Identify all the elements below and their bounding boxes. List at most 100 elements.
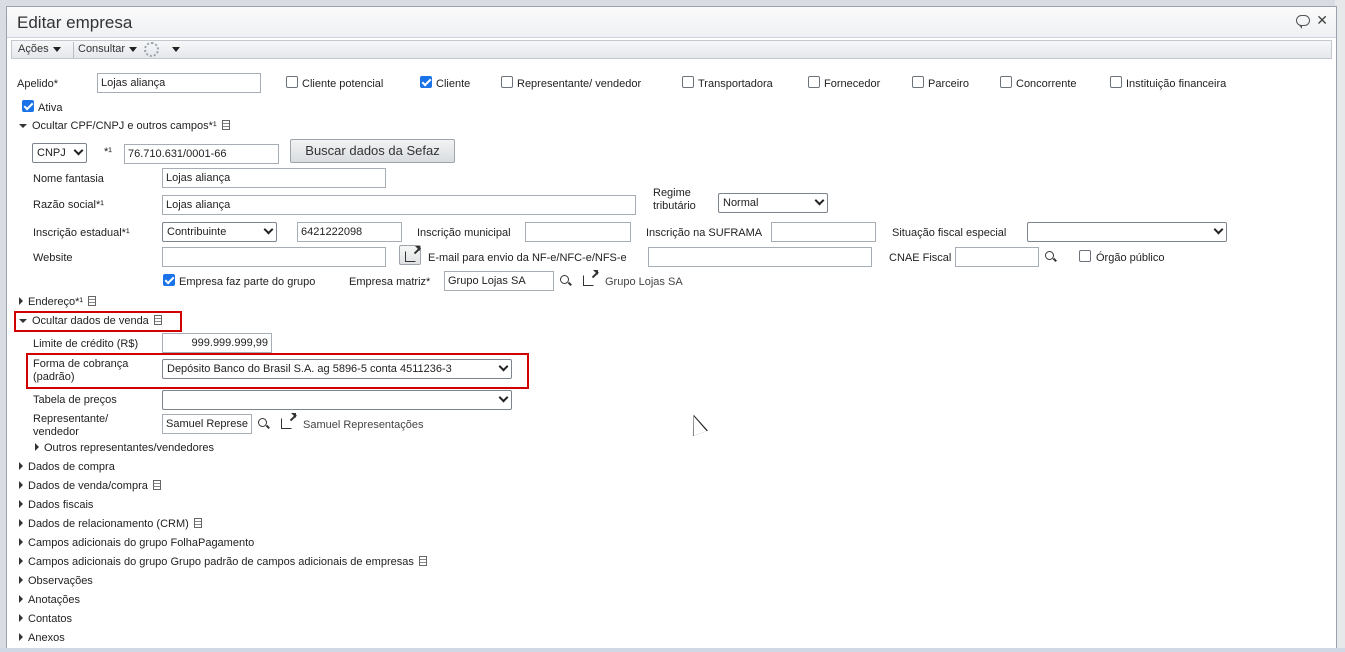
buscar-sefaz-button[interactable]: Buscar dados da Sefaz bbox=[290, 139, 455, 163]
checkbox-instituicao-financeira[interactable] bbox=[1110, 76, 1122, 88]
forma-cobranca-select[interactable]: Depósito Banco do Brasil S.A. ag 5896-5 … bbox=[162, 359, 512, 379]
nome-fantasia-input[interactable]: Lojas aliança bbox=[162, 168, 386, 188]
representante-link[interactable]: Samuel Representações bbox=[303, 419, 423, 431]
checkbox-transportadora[interactable] bbox=[682, 76, 694, 88]
section-dados-fiscais[interactable]: Dados fiscais bbox=[19, 499, 93, 511]
external-link-icon bbox=[405, 246, 420, 262]
limite-credito-label: Limite de crédito (R$) bbox=[33, 338, 139, 350]
parceiro-label: Parceiro bbox=[928, 78, 969, 90]
search-icon[interactable] bbox=[560, 275, 569, 284]
section-dados-venda-compra[interactable]: Dados de venda/compra bbox=[19, 480, 161, 492]
checkbox-ativa[interactable] bbox=[22, 100, 34, 112]
website-input[interactable] bbox=[162, 247, 386, 267]
collapsed-arrow-icon bbox=[19, 595, 23, 603]
form-content: Apelido* Lojas aliança Cliente potencial… bbox=[7, 60, 1336, 648]
ie-input[interactable]: 6421222098 bbox=[297, 222, 402, 242]
section-anotacoes[interactable]: Anotações bbox=[19, 594, 80, 606]
cliente-label: Cliente bbox=[436, 78, 471, 90]
acoes-menu[interactable]: Ações bbox=[18, 43, 61, 57]
website-label: Website bbox=[33, 252, 73, 264]
section-label: Anotações bbox=[28, 594, 80, 606]
endereco-section-toggle[interactable]: Endereço*¹ bbox=[19, 296, 97, 308]
chevron-down-icon bbox=[263, 224, 274, 235]
collapsed-arrow-icon bbox=[19, 500, 23, 508]
section-anexos[interactable]: Anexos bbox=[19, 632, 65, 644]
section-campos-folha[interactable]: Campos adicionais do grupo FolhaPagament… bbox=[19, 537, 254, 549]
outros-representantes-label: Outros representantes/vendedores bbox=[44, 442, 214, 454]
apelido-label: Apelido* bbox=[17, 78, 58, 90]
forma-cobranca-label-line1: Forma de cobrança bbox=[33, 358, 129, 370]
regime-label-line2: tributário bbox=[653, 200, 696, 212]
checkbox-representante[interactable] bbox=[501, 76, 513, 88]
cnpj-input[interactable]: 76.710.631/0001-66 bbox=[124, 144, 279, 164]
checkbox-faz-parte-grupo[interactable] bbox=[163, 274, 175, 286]
doc-type-select[interactable]: CNPJ bbox=[32, 143, 87, 163]
consultar-menu[interactable]: Consultar bbox=[78, 43, 138, 57]
checkbox-cliente[interactable] bbox=[420, 76, 432, 88]
title-bar: Editar empresa ✕ bbox=[7, 7, 1336, 38]
gear-menu[interactable] bbox=[168, 43, 180, 57]
edit-company-window: Editar empresa ✕ Ações Consultar Apelido… bbox=[6, 6, 1337, 649]
forma-cobranca-label-line2: (padrão) bbox=[33, 371, 75, 383]
tabela-precos-select[interactable] bbox=[162, 390, 512, 410]
razao-social-input[interactable]: Lojas aliança bbox=[162, 195, 636, 215]
section-contatos[interactable]: Contatos bbox=[19, 613, 72, 625]
checkbox-concorrente[interactable] bbox=[1000, 76, 1012, 88]
external-link-icon[interactable] bbox=[583, 270, 598, 286]
limite-credito-input[interactable]: 999.999.999,99 bbox=[162, 333, 272, 353]
chevron-down-icon bbox=[814, 195, 825, 206]
im-input[interactable] bbox=[525, 222, 631, 242]
search-icon[interactable] bbox=[258, 418, 267, 427]
section-campos-grupo-padrao[interactable]: Campos adicionais do grupo Grupo padrão … bbox=[19, 556, 427, 568]
razao-social-label: Razão social*¹ bbox=[33, 199, 104, 211]
fornecedor-label: Fornecedor bbox=[824, 78, 881, 90]
situacao-fiscal-select[interactable] bbox=[1027, 222, 1227, 242]
chevron-down-icon bbox=[73, 145, 84, 156]
apelido-input[interactable]: Lojas aliança bbox=[97, 73, 261, 93]
email-nfe-label: E-mail para envio da NF-e/NFC-e/NFS-e bbox=[428, 252, 627, 264]
window-title: Editar empresa bbox=[17, 13, 133, 32]
bottom-strip bbox=[0, 648, 1345, 652]
orgao-publico-label: Órgão público bbox=[1096, 252, 1165, 264]
checkbox-parceiro[interactable] bbox=[912, 76, 924, 88]
cnae-input[interactable] bbox=[955, 247, 1039, 267]
cliente-potencial-label: Cliente potencial bbox=[302, 78, 384, 90]
close-icon[interactable]: ✕ bbox=[1316, 12, 1328, 29]
email-nfe-input[interactable] bbox=[648, 247, 872, 267]
regime-tributario-select[interactable]: Normal bbox=[718, 193, 828, 213]
empresa-matriz-input[interactable]: Grupo Lojas SA bbox=[444, 271, 554, 291]
empresa-matriz-link[interactable]: Grupo Lojas SA bbox=[605, 276, 683, 288]
venda-section-toggle[interactable]: Ocultar dados de venda bbox=[19, 315, 162, 327]
open-website-button[interactable] bbox=[399, 245, 421, 265]
gear-icon[interactable] bbox=[144, 42, 159, 57]
toolbar: Ações Consultar bbox=[11, 40, 1332, 59]
doc-required-marker: *¹ bbox=[104, 146, 112, 158]
collapsed-arrow-icon bbox=[19, 614, 23, 622]
transportadora-label: Transportadora bbox=[698, 78, 773, 90]
chevron-down-icon bbox=[498, 392, 509, 403]
cpf-section-toggle[interactable]: Ocultar CPF/CNPJ e outros campos*¹ bbox=[19, 120, 230, 132]
collapsed-arrow-icon bbox=[19, 519, 23, 527]
collapsed-arrow-icon bbox=[19, 576, 23, 584]
collapsed-arrow-icon bbox=[19, 633, 23, 641]
external-link-icon[interactable] bbox=[281, 413, 296, 429]
outros-representantes-toggle[interactable]: Outros representantes/vendedores bbox=[35, 442, 214, 454]
representante-label-line1: Representante/ bbox=[33, 413, 109, 425]
suframa-input[interactable] bbox=[771, 222, 876, 242]
checkbox-cliente-potencial[interactable] bbox=[286, 76, 298, 88]
chat-icon[interactable] bbox=[1296, 15, 1310, 29]
section-dados-relacionamento[interactable]: Dados de relacionamento (CRM) bbox=[19, 518, 202, 530]
checkbox-fornecedor[interactable] bbox=[808, 76, 820, 88]
section-label: Anexos bbox=[28, 632, 65, 644]
collapsed-arrow-icon bbox=[19, 557, 23, 565]
section-observacoes[interactable]: Observações bbox=[19, 575, 93, 587]
acoes-label: Ações bbox=[18, 43, 49, 55]
empresa-matriz-label: Empresa matriz* bbox=[349, 276, 431, 288]
chevron-down-icon bbox=[172, 46, 180, 52]
ie-type-select[interactable]: Contribuinte bbox=[162, 222, 277, 242]
section-dados-compra[interactable]: Dados de compra bbox=[19, 461, 115, 473]
search-icon[interactable] bbox=[1045, 251, 1054, 260]
representante-input[interactable]: Samuel Represe bbox=[162, 414, 252, 434]
checkbox-orgao-publico[interactable] bbox=[1079, 250, 1091, 262]
ie-label: Inscrição estadual*¹ bbox=[33, 227, 130, 239]
